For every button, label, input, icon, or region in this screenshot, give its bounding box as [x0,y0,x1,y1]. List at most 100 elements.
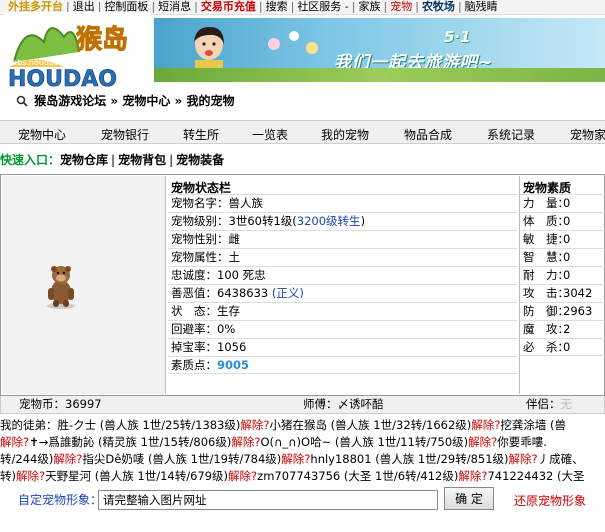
nav-divider: | [258,0,263,13]
disciple-text: 挖龚涂墙 (兽 [500,418,567,432]
label: 敏 捷： [523,232,569,246]
disciple-line: 我的徒弟：胜-ク士 (兽人族 1世/25转/1383级)解除?小猪在猴岛 (兽人… [0,417,605,434]
release-disciple-link[interactable]: 解除? [228,469,257,483]
label: 宠物属性： [171,250,229,264]
label: 掉宝率： [171,340,217,354]
value: 无 [560,397,573,411]
disciple-text: 我的徒弟： [0,418,58,432]
pet-sprite [47,266,75,309]
pet-tab-bar: 宠物中心 宠物银行 转生所 一览表 我的宠物 物品合成 系统记录 宠物家 [0,120,605,144]
disciple-text: zm707743756 (大圣 1世/6转/412级) [257,469,459,483]
image-url-input[interactable] [98,490,438,510]
top-nav-item[interactable]: 农牧场 [422,0,455,13]
label: 智 慧： [523,250,569,264]
release-disciple-link[interactable]: 解除? [471,418,500,432]
label: 必 杀： [523,340,569,354]
pet-evade: 0% [217,322,236,336]
label: 素质点： [171,358,217,372]
status-row-level: 宠物级别：3世60转1级(3200级转生) [168,212,517,230]
disciple-line: 转/244级)解除?指尖Dê奶唛 (兽人族 1世/19转/784级)解除?hnl… [0,451,605,468]
tab-rebirth[interactable]: 转生所 [183,126,219,143]
value: 36997 [65,397,102,411]
divider: | [169,153,174,167]
disciple-line: 解除?✝→爲誰動訫 (精灵族 1世/15转/806级)解除?O(∩_∩)O哈~ … [0,434,605,451]
label: 宠物币： [19,397,65,411]
restore-image-link[interactable]: 还原宠物形象 [514,492,586,509]
label: 防 御： [523,304,569,318]
label: 善恶值： [171,286,217,300]
release-disciple-link[interactable]: 解除? [0,435,29,449]
label: 宠物级别： [171,214,229,228]
rebirth-link[interactable]: 3200级转生 [297,214,361,228]
label: 耐 力： [523,268,569,282]
label: 伴侣： [526,397,561,411]
disciple-text: 丿成確、 [537,452,584,466]
attr-row: 耐 力：0 [520,266,605,284]
top-nav-item[interactable]: 宠物 [390,0,412,13]
label: 忠诚度： [171,268,217,282]
release-disciple-link[interactable]: 解除? [458,469,487,483]
top-nav-item[interactable]: 短消息 [158,0,191,13]
value: 0 [563,340,571,354]
link-pet-bag[interactable]: 宠物背包 [118,153,166,167]
site-logo[interactable]: 猴岛 HOUDAO bbs.houdao.com [4,12,150,90]
breadcrumb-sep: » [110,94,119,108]
tab-my-pet[interactable]: 我的宠物 [321,126,369,143]
value: 2963 [563,304,593,318]
top-nav-item[interactable]: 社区服务 - [297,0,348,13]
disciple-text: hnly18801 (兽人族 1世/29转/851级) [310,452,509,466]
release-disciple-link[interactable]: 解除? [16,469,45,483]
release-disciple-link[interactable]: 解除? [509,452,538,466]
attr-row: 敏 捷：0 [520,230,605,248]
breadcrumb-pet-center[interactable]: 宠物中心 [122,94,170,108]
status-row-state: 状 态：生存 [168,302,517,320]
divider: | [111,153,116,167]
release-disciple-link[interactable]: 解除? [240,418,269,432]
disciple-list: 我的徒弟：胜-ク士 (兽人族 1世/25转/1383级)解除?小猪在猴岛 (兽人… [0,417,605,485]
label: 宠物名字： [171,196,229,210]
label: 攻 击： [523,286,569,300]
top-nav-item[interactable]: 家族 [359,0,381,13]
release-disciple-link[interactable]: 解除? [468,435,497,449]
tab-pet-center[interactable]: 宠物中心 [18,126,66,143]
link-pet-equipment[interactable]: 宠物装备 [176,153,224,167]
status-row-karma: 善恶值：6438633 (正义) [168,284,517,302]
pet-image-cell [2,176,166,394]
value: 0 [563,268,571,282]
banner-date: 5·1 [444,28,471,46]
disciple-text: 转/244级) [0,452,54,466]
tab-item-synthesis[interactable]: 物品合成 [404,126,452,143]
tab-system-log[interactable]: 系统记录 [487,126,535,143]
promo-banner[interactable]: 5·1 我们一起去旅游吧~ [154,18,605,82]
value: 0 [563,214,571,228]
tab-overview[interactable]: 一览表 [252,126,288,143]
breadcrumb: 猴岛游戏论坛 » 宠物中心 » 我的宠物 [16,92,235,109]
logo-cn: 猴岛 [76,24,128,55]
top-nav-item[interactable]: 搜索 [266,0,288,13]
tab-pet-home[interactable]: 宠物家 [570,126,605,143]
release-disciple-link[interactable]: 解除? [53,452,82,466]
top-nav-item[interactable]: 脑残睛 [465,0,498,13]
release-disciple-link[interactable]: 解除? [281,452,310,466]
tab-pet-bank[interactable]: 宠物银行 [101,126,149,143]
label: 宠物性别： [171,232,229,246]
value: 0 [563,232,571,246]
release-disciple-link[interactable]: 解除? [231,435,260,449]
pet-partner: 伴侣：无 [526,396,572,413]
pet-points-link[interactable]: 9005 [217,358,249,372]
pet-gender: 雌 [228,232,241,246]
breadcrumb-forum[interactable]: 猴岛游戏论坛 [34,94,106,108]
pet-status: 宠物状态栏 宠物名字：兽人族 宠物级别：3世60转1级(3200级转生) 宠物性… [168,176,517,394]
status-row-attr: 宠物属性：土 [168,248,517,266]
top-nav-item[interactable]: 交易币充值 [201,0,256,13]
confirm-button[interactable]: 确 定 [444,487,494,510]
disciple-text: 转) [0,469,16,483]
pet-name: 兽人族 [228,196,264,210]
link-pet-warehouse[interactable]: 宠物仓库 [60,153,108,167]
pet-coins: 宠物币：36997 [19,396,102,413]
custom-image-label: 自定宠物形象： [18,493,103,507]
disciple-line: 转)解除?天野星河 (兽人族 1世/14转/679级)解除?zm70774375… [0,468,605,485]
label: 魔 攻： [523,322,569,336]
pet-attribute: 土 [228,250,241,264]
status-row-loyalty: 忠诚度：100 死忠 [168,266,517,284]
